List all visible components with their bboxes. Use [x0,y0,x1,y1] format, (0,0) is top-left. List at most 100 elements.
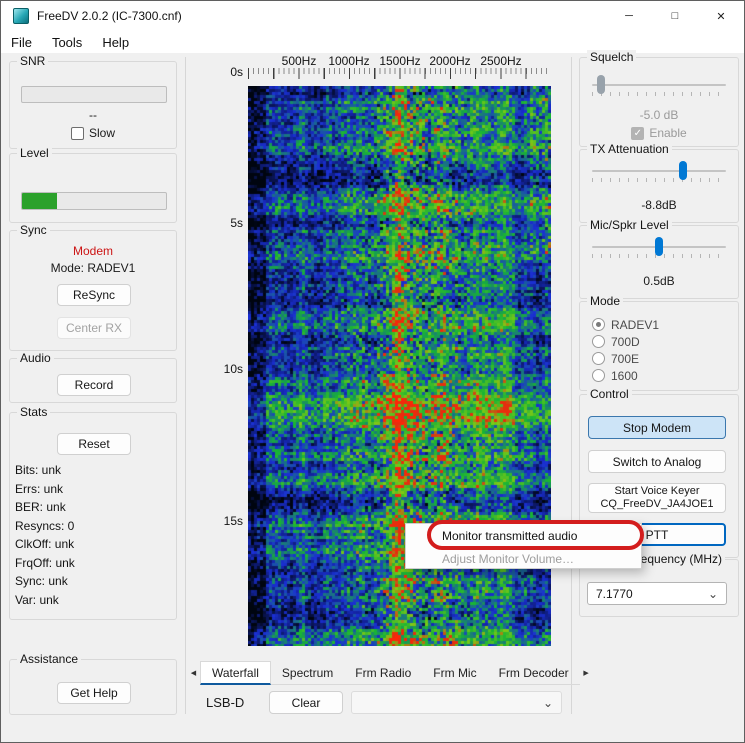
red-highlight-annotation [427,520,644,550]
mode-radio-700e: 700E [592,350,659,367]
freq-label-2500: 2500Hz [480,54,522,68]
mic-spkr-group: Mic/Spkr Level 0.5dB [579,218,739,299]
record-button[interactable]: Record [57,374,131,396]
tx-attenuation-group: TX Attenuation -8.8dB [579,142,739,223]
switch-to-analog-button[interactable]: Switch to Analog [588,450,726,473]
window-title: FreeDV 2.0.2 (IC-7300.cnf) [37,9,182,23]
app-icon [13,8,29,24]
stat-frqoff: FrqOff: unk [15,555,75,570]
snr-progress-bar [21,86,167,103]
mic-spkr-value: 0.5dB [643,274,675,288]
time-label-10s: 10s [223,362,243,376]
mode-radio-1600: 1600 [592,367,659,384]
left-splitter[interactable] [185,57,186,714]
freq-label-2000: 2000Hz [429,54,471,68]
level-progress-bar [21,192,167,210]
stat-bits: Bits: unk [15,463,62,477]
menu-file[interactable]: File [1,31,42,53]
freq-label-500: 500Hz [281,54,317,68]
radio-icon [592,369,605,382]
stat-resyncs: Resyncs: 0 [15,518,75,533]
right-splitter[interactable] [571,57,572,714]
mode-group-label: Mode [587,294,624,308]
radio-mode-label: LSB-D [206,695,245,710]
squelch-enable-label: Enable [649,126,687,140]
report-frequency-combo[interactable]: 7.1770 ⌄ [587,582,727,605]
voice-keyer-button[interactable]: Start Voice Keyer CQ_FreeDV_JA4JOE1 [588,483,726,513]
get-help-button[interactable]: Get Help [57,682,131,704]
squelch-value: -5.0 dB [639,108,679,122]
squelch-slider-ticks [592,92,726,96]
clear-button[interactable]: Clear [269,691,343,714]
mic-slider-handle[interactable] [655,237,663,256]
sync-group-label: Sync [17,223,50,237]
stat-var: Var: unk [15,592,59,607]
menu-tools[interactable]: Tools [42,31,92,53]
squelch-group-label: Squelch [587,50,637,64]
tx-slider-handle[interactable] [679,161,687,180]
stat-sync: Sync: unk [15,574,68,588]
snr-group-label: SNR [17,54,49,68]
reset-button[interactable]: Reset [57,433,131,455]
sync-status: Modem [72,244,113,258]
time-label-0s: 0s [230,65,243,79]
sync-mode: Mode: RADEV1 [50,261,136,275]
menu-help[interactable]: Help [92,31,139,53]
audio-group: Audio Record [9,351,177,403]
tx-slider-ticks [592,178,726,182]
radio-selected-icon [592,318,605,331]
stat-errs: Errs: unk [15,481,64,496]
menu-item-adjust-monitor-volume: Adjust Monitor Volume… [442,551,575,566]
mic-spkr-slider [592,237,726,260]
squelch-group: Squelch -5.0 dB ✓ Enable [579,50,739,147]
tab-frm-radio[interactable]: Frm Radio [344,661,423,685]
tab-frm-decoder[interactable]: Frm Decoder [487,661,580,685]
tx-attenuation-label: TX Attenuation [587,142,672,156]
stop-modem-button[interactable]: Stop Modem [588,416,726,439]
frequency-ruler [248,68,551,79]
tab-scroll-right-icon[interactable]: ▶ [580,661,593,685]
tab-waterfall[interactable]: Waterfall [200,661,271,685]
squelch-slider-track [592,84,726,86]
radio-icon [592,352,605,365]
slow-checkbox-label: Slow [88,126,115,140]
tab-scroll-left-icon[interactable]: ◀ [187,661,200,685]
time-label-15s: 15s [223,514,243,528]
mode-radio-radev1: RADEV1 [592,316,659,333]
chevron-down-icon: ⌄ [542,695,553,710]
freq-label-1500: 1500Hz [379,54,421,68]
tab-spectrum[interactable]: Spectrum [270,661,345,685]
tx-attenuation-slider [592,161,726,184]
title-bar: FreeDV 2.0.2 (IC-7300.cnf) ─ □ ✕ [1,1,744,31]
close-icon[interactable]: ✕ [698,1,744,31]
stats-lines: Bits: unk Errs: unk BER: unk Resyncs: 0 … [15,463,171,611]
level-group-label: Level [17,146,52,160]
stat-ber: BER: unk [15,500,66,514]
tab-frm-mic[interactable]: Frm Mic [422,661,488,685]
report-frequency-value: 7.1770 [596,586,633,601]
freedv-window: FreeDV 2.0.2 (IC-7300.cnf) ─ □ ✕ File To… [0,0,745,743]
main-content: SNR -- Slow Level Sync Modem Mode: RADEV… [1,50,744,742]
chevron-down-icon: ⌄ [707,586,718,601]
stat-clkoff: ClkOff: unk [15,537,75,551]
squelch-enable-row: ✓ Enable [580,126,738,140]
minimize-icon[interactable]: ─ [606,1,652,31]
radio-icon [592,335,605,348]
mode-radio-700d: 700D [592,333,659,350]
squelch-slider [592,75,726,98]
mic-spkr-label: Mic/Spkr Level [587,218,672,232]
sync-group: Sync Modem Mode: RADEV1 ReSync Center RX [9,223,177,351]
squelch-enable-checkbox: ✓ [631,126,645,140]
maximize-icon[interactable]: □ [652,1,698,31]
tx-slider-track [592,170,726,172]
stats-group-label: Stats [17,405,51,419]
freq-label-1000: 1000Hz [328,54,370,68]
control-group-label: Control [587,387,632,401]
snr-value: -- [89,108,97,122]
time-label-5s: 5s [230,216,243,230]
slow-checkbox[interactable] [70,126,84,140]
mode-group: Mode RADEV1 700D 700E 1600 [579,294,739,391]
center-rx-button: Center RX [57,317,131,339]
assistance-group: Assistance Get Help [9,652,177,715]
resync-button[interactable]: ReSync [57,284,131,306]
